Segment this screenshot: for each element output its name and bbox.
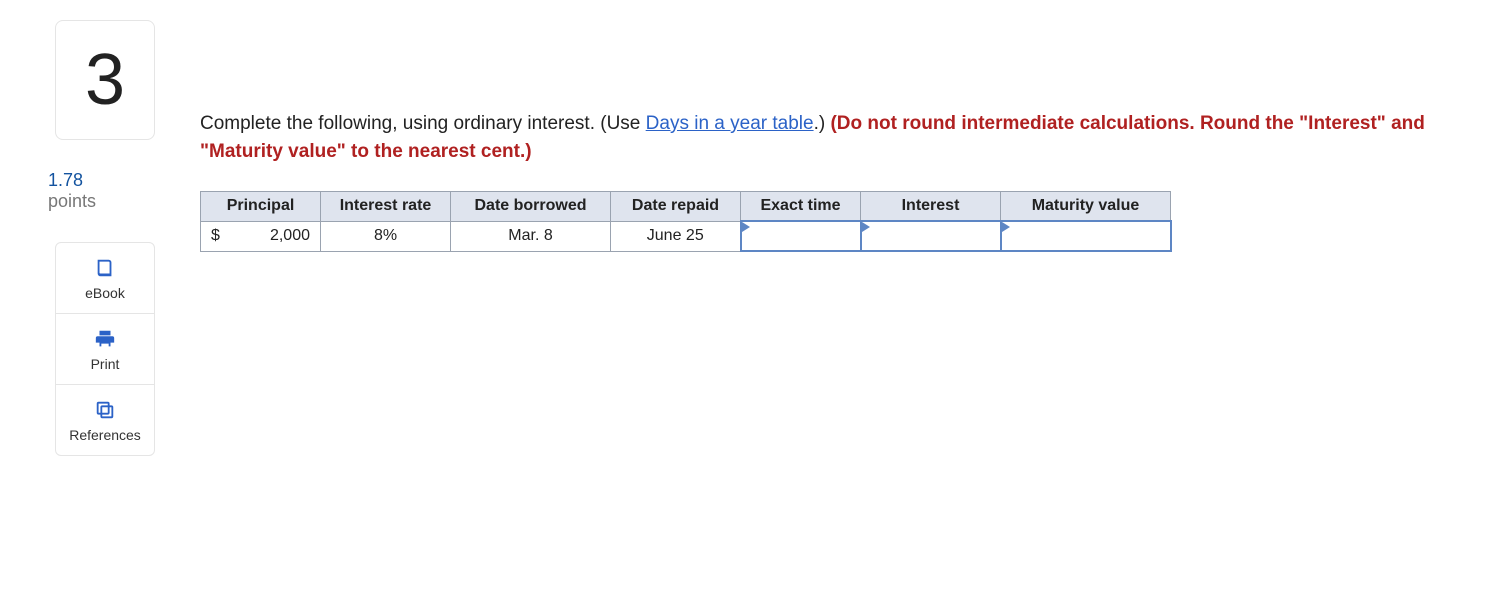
print-label: Print	[91, 356, 120, 372]
prompt-after-link: .)	[814, 113, 831, 134]
references-label: References	[69, 427, 141, 443]
cell-rate: 8%	[321, 221, 451, 251]
cell-exact-time[interactable]	[741, 221, 861, 251]
sidebar: 3 1.78 points eBook Print	[40, 20, 170, 456]
ebook-button[interactable]: eBook	[56, 243, 154, 313]
prompt-text: Complete the following, using ordinary i…	[200, 110, 1468, 165]
cell-borrowed: Mar. 8	[451, 221, 611, 251]
col-principal: Principal	[201, 192, 321, 222]
interest-table: Principal Interest rate Date borrowed Da…	[200, 191, 1172, 252]
days-table-link[interactable]: Days in a year table	[646, 113, 814, 134]
question-number: 3	[85, 39, 125, 121]
col-maturity: Maturity value	[1001, 192, 1171, 222]
copy-icon	[94, 399, 116, 421]
principal-value: 2,000	[270, 227, 310, 245]
col-rate: Interest rate	[321, 192, 451, 222]
main-content: Complete the following, using ordinary i…	[200, 20, 1468, 252]
question-number-card: 3	[55, 20, 155, 140]
references-button[interactable]: References	[56, 384, 154, 455]
col-borrowed: Date borrowed	[451, 192, 611, 222]
table-header-row: Principal Interest rate Date borrowed Da…	[201, 192, 1171, 222]
interest-input[interactable]	[862, 223, 1000, 249]
tool-list: eBook Print References	[55, 242, 155, 456]
col-exact: Exact time	[741, 192, 861, 222]
printer-icon	[94, 328, 116, 350]
col-interest: Interest	[861, 192, 1001, 222]
points-label: points	[48, 191, 170, 212]
cell-interest[interactable]	[861, 221, 1001, 251]
prompt-lead: Complete the following, using ordinary i…	[200, 113, 646, 134]
points-block: 1.78 points	[40, 170, 170, 212]
cell-repaid: June 25	[611, 221, 741, 251]
currency-symbol: $	[211, 227, 220, 245]
points-value: 1.78	[48, 170, 170, 191]
book-icon	[94, 257, 116, 279]
ebook-label: eBook	[85, 285, 125, 301]
col-repaid: Date repaid	[611, 192, 741, 222]
print-button[interactable]: Print	[56, 313, 154, 384]
cell-principal: $ 2,000	[201, 221, 321, 251]
cell-maturity[interactable]	[1001, 221, 1171, 251]
exact-time-input[interactable]	[742, 223, 860, 249]
table-row: $ 2,000 8% Mar. 8 June 25	[201, 221, 1171, 251]
maturity-input[interactable]	[1002, 223, 1170, 249]
